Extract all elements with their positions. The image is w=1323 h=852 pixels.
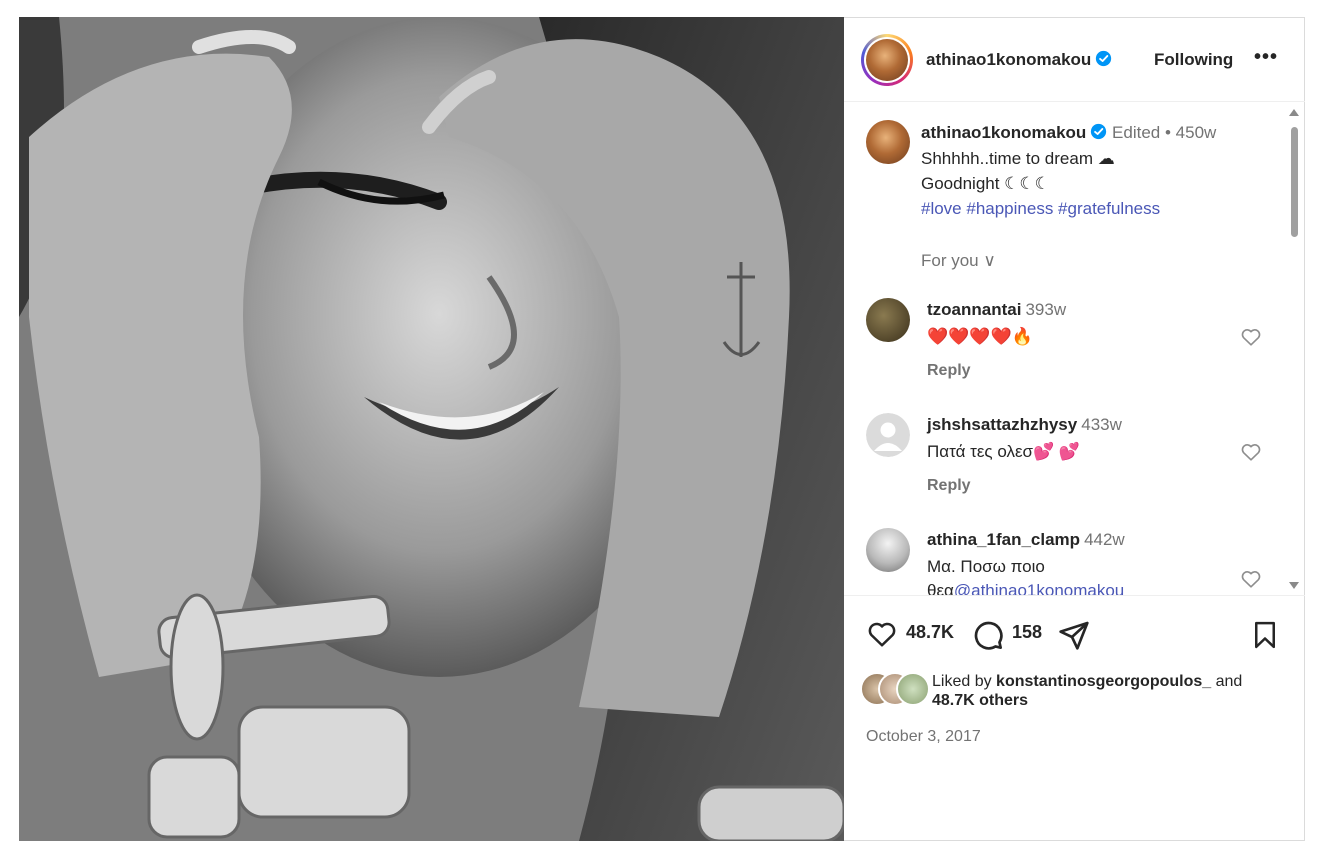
comment-text-continued: θεα — [927, 581, 954, 595]
like-heart-icon[interactable] — [866, 619, 898, 649]
caption-author-avatar[interactable] — [866, 120, 910, 164]
post-date[interactable]: October 3, 2017 — [866, 728, 981, 746]
comment-age[interactable]: 433w — [1081, 415, 1122, 434]
comment-mention-link[interactable]: @athinao1konomakou — [954, 581, 1124, 595]
caption-line-1: Shhhhh..time to dream ☁ — [921, 149, 1115, 168]
comments-sort-dropdown[interactable]: For you ∨ — [921, 251, 996, 271]
scroll-up-arrow-icon[interactable] — [1289, 109, 1299, 116]
post-viewer: athinao1konomakou Following ••• athinao1… — [19, 17, 1305, 841]
comment-icon[interactable] — [972, 619, 1004, 651]
more-options-icon[interactable]: ••• — [1254, 46, 1278, 69]
commenter-username[interactable]: tzoannantai — [927, 300, 1021, 319]
liker-avatars[interactable] — [860, 672, 932, 706]
share-icon[interactable] — [1058, 619, 1090, 651]
post-side-panel: athinao1konomakou Following ••• athinao1… — [844, 17, 1305, 841]
commenter-avatar[interactable] — [866, 298, 910, 342]
comment-item: jshshsattazhzhysy 433w Πατά τες ολεσ💕 💕 R… — [866, 413, 1286, 513]
commenter-username[interactable]: jshshsattazhzhysy — [927, 415, 1077, 434]
edited-label: Edited — [1112, 123, 1161, 142]
following-button[interactable]: Following — [1154, 50, 1233, 70]
default-avatar-icon[interactable] — [866, 413, 910, 457]
reply-button[interactable]: Reply — [927, 477, 971, 495]
caption-line-2: Goodnight ☾☾☾ — [921, 174, 1050, 193]
author-username[interactable]: athinao1konomakou — [926, 50, 1091, 69]
reply-button[interactable]: Reply — [927, 362, 971, 380]
liked-by-user-link[interactable]: konstantinosgeorgopoulos_ — [996, 673, 1211, 690]
scroll-down-arrow-icon[interactable] — [1289, 582, 1299, 589]
caption-age[interactable]: 450w — [1176, 123, 1217, 142]
comments-scrollbar[interactable] — [1289, 107, 1299, 591]
commenter-username[interactable]: athina_1fan_clamp — [927, 530, 1080, 549]
meta-separator: • — [1164, 123, 1171, 142]
comment-text: Πατά τες ολεσ💕 💕 — [927, 442, 1081, 461]
author-avatar[interactable] — [866, 39, 908, 81]
verified-badge-icon — [1096, 50, 1112, 67]
author-avatar-ring[interactable] — [861, 34, 913, 86]
comment-like-heart-icon[interactable] — [1240, 568, 1262, 590]
comment-item: athina_1fan_clamp 442w Μα. Ποσω ποιο θεα@… — [866, 528, 1286, 595]
comment-item: tzoannantai 393w ❤️❤️❤️❤️🔥 Reply — [866, 298, 1286, 398]
liker-avatar[interactable] — [896, 672, 930, 706]
liked-by-summary: Liked by konstantinosgeorgopoulos_ and 4… — [932, 672, 1262, 710]
post-actions-bar: 48.7K 158 Liked by konstantinosgeorgopou… — [844, 595, 1305, 842]
author-username-row[interactable]: athinao1konomakou — [926, 50, 1112, 70]
comments-sort-label: For you ∨ — [921, 251, 996, 270]
comments-list[interactable]: athinao1konomakou Edited • 450w Shhhhh..… — [844, 103, 1305, 595]
comment-age[interactable]: 393w — [1025, 300, 1066, 319]
post-header: athinao1konomakou Following ••• — [844, 18, 1305, 102]
caption-hashtags[interactable]: #love #happiness #gratefulness — [921, 196, 1261, 221]
comment-like-heart-icon[interactable] — [1240, 326, 1262, 348]
caption-username[interactable]: athinao1konomakou — [921, 123, 1086, 142]
bookmark-icon[interactable] — [1250, 619, 1280, 651]
comments-count[interactable]: 158 — [1012, 622, 1042, 643]
likes-count[interactable]: 48.7K — [906, 622, 954, 643]
commenter-avatar[interactable] — [866, 528, 910, 572]
scrollbar-thumb[interactable] — [1291, 127, 1298, 237]
post-photo[interactable] — [19, 17, 844, 841]
comment-age[interactable]: 442w — [1084, 530, 1125, 549]
comment-text: ❤️❤️❤️❤️🔥 — [927, 327, 1033, 346]
liked-by-and: and — [1211, 673, 1243, 690]
comment-text: Μα. Ποσω ποιο — [927, 557, 1045, 576]
portrait-image — [19, 17, 844, 841]
liked-by-others-link[interactable]: 48.7K others — [932, 692, 1028, 709]
verified-badge-icon — [1091, 123, 1107, 140]
liked-by-prefix: Liked by — [932, 673, 997, 690]
comment-like-heart-icon[interactable] — [1240, 441, 1262, 463]
